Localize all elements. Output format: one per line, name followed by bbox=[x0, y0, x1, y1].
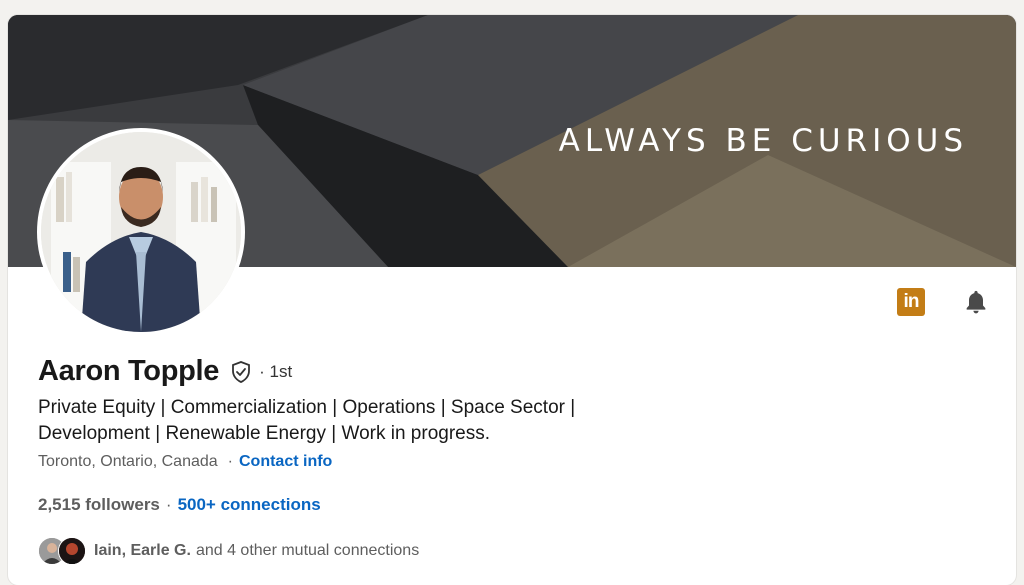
profile-location: Toronto, Ontario, Canada bbox=[38, 453, 218, 470]
profile-headline: Private Equity | Commercialization | Ope… bbox=[38, 395, 658, 447]
headline-line-1: Private Equity | Commercialization | Ope… bbox=[38, 397, 576, 418]
avatar bbox=[58, 537, 86, 565]
connections-link[interactable]: 500+ connections bbox=[178, 495, 321, 515]
mutual-connections-text: and 4 other mutual connections bbox=[195, 542, 420, 559]
separator-dot: · bbox=[165, 495, 172, 514]
linkedin-icon[interactable]: in bbox=[897, 288, 925, 316]
bell-icon[interactable] bbox=[962, 288, 990, 316]
profile-name: Aaron Topple bbox=[38, 355, 220, 387]
connection-degree: · 1st bbox=[259, 361, 293, 381]
contact-info-link[interactable]: Contact info bbox=[239, 453, 332, 471]
stats-row: 2,515 followers · 500+ connections bbox=[38, 495, 321, 515]
separator-dot: · bbox=[227, 453, 233, 470]
headline-line-2: Development | Renewable Energy | Work in… bbox=[38, 423, 491, 444]
name-row: Aaron Topple · 1st bbox=[38, 355, 292, 388]
profile-photo[interactable] bbox=[37, 128, 245, 336]
mutual-avatars bbox=[38, 537, 90, 565]
mutual-connections[interactable]: Iain, Earle G. and 4 other mutual connec… bbox=[38, 537, 419, 565]
profile-action-icons: in bbox=[897, 288, 990, 316]
verified-shield-icon[interactable] bbox=[229, 360, 253, 384]
banner-tagline: ALWAYS BE CURIOUS bbox=[558, 123, 968, 159]
followers-count: 2,515 followers bbox=[38, 495, 160, 514]
location-row: Toronto, Ontario, Canada · Contact info bbox=[38, 453, 332, 471]
profile-card: ALWAYS BE CURIOUS in Aaron Topple · 1st … bbox=[8, 15, 1016, 585]
mutual-names[interactable]: Iain, Earle G. bbox=[94, 542, 191, 560]
